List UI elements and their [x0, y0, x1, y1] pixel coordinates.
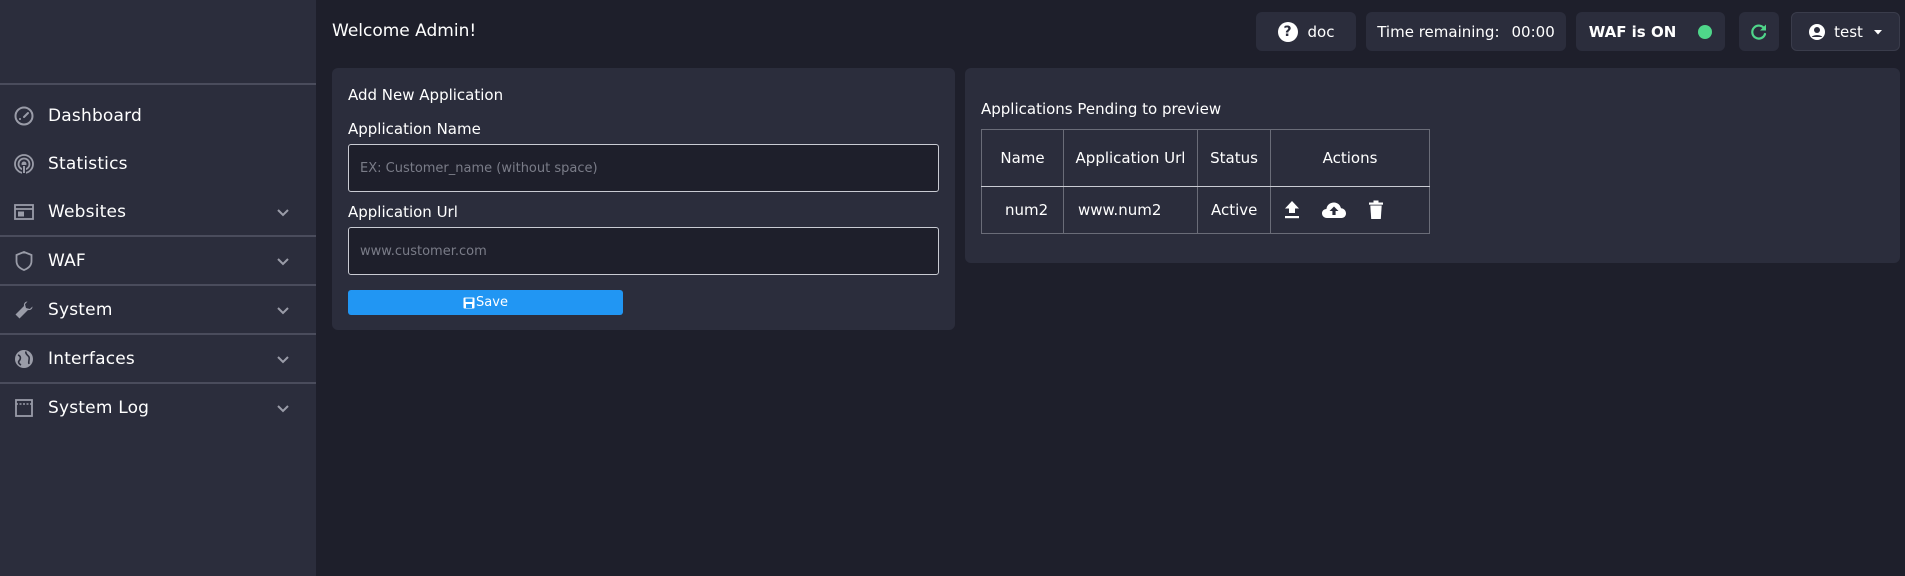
time-label: Time remaining:: [1377, 22, 1500, 41]
shield-icon: [13, 250, 35, 272]
status-dot-icon: [1698, 24, 1713, 39]
caret-down-icon: [1873, 29, 1882, 34]
sidebar-item-label: WAF: [48, 251, 86, 271]
cell-name: num2: [981, 186, 1064, 234]
chevron-down-icon: [277, 209, 289, 217]
waf-status-badge: WAF is ON: [1576, 12, 1725, 51]
save-button-label: Save: [476, 295, 508, 310]
column-header-url: Application Url: [1063, 129, 1198, 187]
sidebar-divider: [0, 382, 316, 384]
sidebar-item-label: Statistics: [48, 154, 128, 174]
table-row: num2 www.num2 Active: [981, 186, 1430, 234]
pending-applications-table: Name Application Url Status Actions num2…: [981, 129, 1430, 234]
refresh-icon: [1751, 24, 1767, 40]
doc-button[interactable]: ? doc: [1256, 12, 1356, 51]
sidebar-item-websites[interactable]: Websites: [0, 189, 316, 235]
sidebar-item-waf[interactable]: WAF: [0, 238, 316, 284]
sidebar-item-label: Websites: [48, 202, 127, 222]
help-icon: ?: [1277, 21, 1298, 42]
wrench-icon: [13, 299, 35, 321]
user-avatar-icon: [1809, 23, 1826, 40]
time-value: 00:00: [1511, 22, 1555, 41]
speedometer-icon: [13, 105, 35, 127]
column-header-name: Name: [981, 129, 1064, 187]
sidebar-item-dashboard[interactable]: Dashboard: [0, 93, 316, 139]
sidebar-item-interfaces[interactable]: Interfaces: [0, 336, 316, 382]
sidebar-item-system-log[interactable]: System Log: [0, 385, 316, 431]
save-button[interactable]: Save: [348, 290, 623, 315]
sidebar: Dashboard Statistics Websites WAF System: [0, 0, 316, 576]
column-header-status: Status: [1197, 129, 1271, 187]
cloud-upload-icon[interactable]: [1321, 199, 1347, 221]
sidebar-divider: [0, 284, 316, 286]
floppy-disk-icon: [463, 297, 475, 308]
trash-icon[interactable]: [1365, 199, 1387, 221]
chevron-down-icon: [277, 405, 289, 413]
cell-actions: [1270, 186, 1430, 234]
column-header-actions: Actions: [1270, 129, 1430, 187]
welcome-message: Welcome Admin!: [332, 21, 477, 41]
upload-icon[interactable]: [1281, 199, 1303, 221]
sidebar-divider: [0, 83, 316, 85]
user-menu-button[interactable]: test: [1791, 12, 1900, 51]
add-application-panel: Add New Application Application Name App…: [332, 68, 955, 330]
waf-status-label: WAF is ON: [1588, 22, 1677, 41]
sidebar-divider: [0, 333, 316, 335]
table-header-row: Name Application Url Status Actions: [981, 129, 1430, 187]
doc-label: doc: [1307, 22, 1335, 41]
sidebar-divider: [0, 235, 316, 237]
broadcast-icon: [13, 153, 35, 175]
chevron-down-icon: [277, 307, 289, 315]
panel-title: Applications Pending to preview: [981, 100, 1222, 118]
refresh-button[interactable]: [1739, 12, 1779, 51]
panel-title: Add New Application: [348, 86, 504, 104]
chevron-down-icon: [277, 258, 289, 266]
sidebar-item-statistics[interactable]: Statistics: [0, 141, 316, 187]
globe-icon: [13, 348, 35, 370]
time-remaining: Time remaining: 00:00: [1366, 12, 1566, 51]
sidebar-item-label: System: [48, 300, 113, 320]
application-name-label: Application Name: [348, 120, 481, 138]
sidebar-item-label: Interfaces: [48, 349, 135, 369]
application-name-input[interactable]: [348, 144, 939, 192]
cell-url: www.num2: [1063, 186, 1198, 234]
application-url-label: Application Url: [348, 203, 458, 221]
window-icon: [13, 397, 35, 419]
sidebar-item-system[interactable]: System: [0, 287, 316, 333]
user-name: test: [1834, 22, 1863, 41]
sidebar-item-label: System Log: [48, 398, 150, 418]
cell-status: Active: [1197, 186, 1271, 234]
pending-applications-panel: Applications Pending to preview Name App…: [965, 68, 1900, 263]
chevron-down-icon: [277, 356, 289, 364]
browser-window-icon: [13, 201, 35, 223]
sidebar-item-label: Dashboard: [48, 106, 143, 126]
application-url-input[interactable]: [348, 227, 939, 275]
